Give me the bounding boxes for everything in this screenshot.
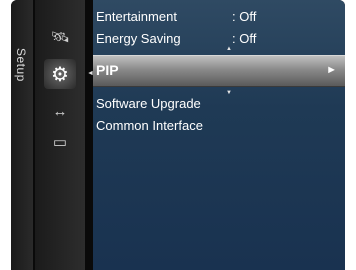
menu-item-label: Energy Saving — [96, 31, 181, 46]
menu-item-label: Entertainment — [96, 9, 177, 24]
menu-item-value: : Off — [232, 31, 257, 46]
side-tab[interactable]: Setup — [11, 0, 33, 270]
menu-item-pip[interactable]: PIP ► — [93, 55, 345, 87]
menu-panel: Entertainment : Off Energy Saving : Off … — [93, 0, 345, 270]
setup-menu-window: Setup 🛰 ⚙ ↔ ▭ ◄ Entertainment : Off Ener… — [11, 0, 345, 270]
category-icon-column: 🛰 ⚙ ↔ ▭ — [35, 0, 85, 270]
input-icon[interactable]: ↔ — [49, 101, 71, 121]
menu-item-label: Software Upgrade — [96, 96, 201, 111]
side-tab-label: Setup — [14, 48, 28, 82]
application-icon[interactable]: ▭ — [49, 132, 71, 152]
menu-item-entertainment[interactable]: Entertainment : Off — [93, 6, 345, 28]
menu-item-value: : Off — [232, 9, 257, 24]
satellite-icon[interactable]: 🛰 — [49, 27, 71, 47]
menu-item-software-upgrade[interactable]: Software Upgrade — [93, 93, 345, 115]
menu-item-common-interface[interactable]: Common Interface — [93, 115, 345, 137]
menu-item-label: Common Interface — [96, 118, 203, 133]
gear-icon[interactable]: ⚙ — [44, 59, 76, 89]
scroll-up-icon[interactable]: ▲ — [226, 46, 232, 52]
submenu-arrow-icon: ► — [326, 64, 337, 76]
menu-item-energy-saving[interactable]: Energy Saving : Off — [93, 28, 345, 50]
menu-item-label: PIP — [96, 62, 119, 78]
